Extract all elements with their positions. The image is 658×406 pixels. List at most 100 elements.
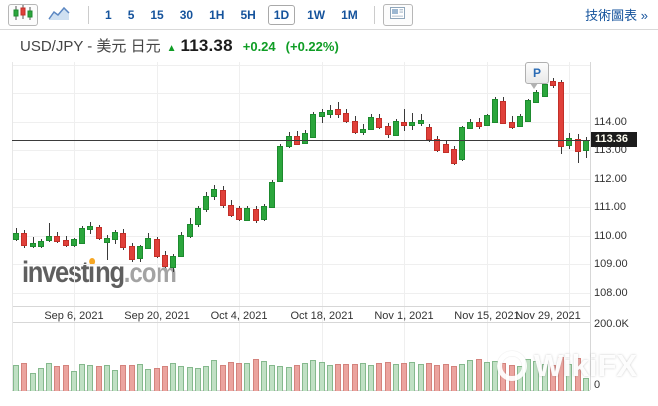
- volume-bar: [476, 359, 482, 391]
- plot-border-left: [12, 62, 13, 390]
- volume-bar: [269, 365, 275, 391]
- volume-bar: [327, 365, 333, 391]
- volume-bar: [302, 363, 308, 391]
- volume-bar: [409, 362, 415, 391]
- candle: [310, 114, 316, 138]
- volume-bar: [79, 364, 85, 391]
- candle: [178, 235, 184, 257]
- candle: [550, 81, 556, 86]
- candle: [525, 100, 531, 122]
- candle: [492, 99, 498, 123]
- volume-bar: [294, 365, 300, 391]
- candle: [286, 136, 292, 147]
- x-axis-label: Nov 29, 2021: [515, 310, 581, 322]
- toolbar: 1 5 15 30 1H 5H 1D 1W 1M 技術圖表 »: [0, 0, 658, 30]
- volume-bar: [459, 364, 465, 391]
- candle: [451, 149, 457, 164]
- volume-pane-border: [12, 322, 590, 323]
- candle: [137, 246, 143, 259]
- volume-bar: [178, 366, 184, 391]
- candle: [467, 122, 473, 129]
- interval-15min[interactable]: 15: [150, 8, 163, 22]
- volume-bar: [21, 363, 27, 391]
- volume-bar: [393, 364, 399, 391]
- candle: [30, 243, 36, 247]
- volume-bar: [63, 365, 69, 391]
- gridline-vertical: [74, 62, 75, 390]
- candle: [38, 241, 44, 247]
- interval-1w[interactable]: 1W: [307, 8, 325, 22]
- y-axis-label: 109.00: [594, 258, 628, 270]
- candle: [319, 112, 325, 117]
- gridline-horizontal: [12, 293, 590, 294]
- volume-bar: [120, 365, 126, 391]
- instrument-header: USD/JPY - 美元 日元 ▲ 113.38 +0.24 (+0.22%): [0, 30, 658, 59]
- candle: [476, 122, 482, 127]
- candle: [104, 238, 110, 243]
- gridline-vertical: [569, 62, 570, 390]
- volume-bar: [434, 365, 440, 391]
- technical-chart-link[interactable]: 技術圖表 »: [585, 5, 648, 24]
- y-axis-label: 111.00: [594, 201, 627, 213]
- volume-bar: [46, 363, 52, 391]
- candle: [385, 126, 391, 135]
- candle: [542, 84, 548, 97]
- volume-bar: [443, 364, 449, 391]
- interval-1m[interactable]: 1M: [341, 8, 358, 22]
- candle: [228, 205, 234, 216]
- candle: [244, 208, 250, 221]
- volume-bar: [154, 368, 160, 391]
- candle: [145, 238, 151, 249]
- volume-bar: [343, 364, 349, 391]
- candle: [13, 233, 19, 240]
- volume-bar: [30, 373, 36, 391]
- line-chart-view-button[interactable]: [44, 4, 74, 26]
- last-price-badge: 113.36: [591, 132, 637, 147]
- volume-bar: [467, 360, 473, 391]
- candle: [443, 144, 449, 153]
- investing-watermark: investing.com: [22, 256, 177, 289]
- candle: [335, 109, 341, 115]
- candle: [211, 189, 217, 197]
- interval-1h[interactable]: 1H: [209, 8, 224, 22]
- volume-bar: [54, 366, 60, 391]
- candle-wick: [404, 109, 405, 131]
- x-axis-label: Nov 1, 2021: [374, 310, 434, 322]
- gridline-horizontal: [12, 150, 590, 151]
- interval-30min[interactable]: 30: [180, 8, 193, 22]
- candle: [269, 182, 275, 208]
- volume-bar: [137, 364, 143, 391]
- event-marker-p[interactable]: P: [525, 62, 549, 89]
- gridline-horizontal: [12, 207, 590, 208]
- candle: [203, 196, 209, 210]
- volume-bar: [104, 365, 110, 391]
- gridline-horizontal: [12, 93, 590, 94]
- volume-bar: [368, 365, 374, 391]
- interval-1min[interactable]: 1: [105, 8, 112, 22]
- candlestick-view-button[interactable]: [8, 3, 38, 26]
- volume-bar: [203, 366, 209, 391]
- candle: [63, 240, 69, 246]
- gridline-vertical: [487, 62, 488, 390]
- price-change-percent: (+0.22%): [285, 39, 339, 54]
- candle: [517, 116, 523, 127]
- interval-5min[interactable]: 5: [128, 8, 135, 22]
- candle: [96, 227, 102, 239]
- volume-bar: [376, 363, 382, 391]
- volume-bar: [112, 370, 118, 391]
- candle: [393, 121, 399, 136]
- gridline-horizontal: [12, 65, 590, 66]
- volume-bar: [145, 369, 151, 391]
- interval-1d-selected[interactable]: 1D: [267, 4, 296, 25]
- candlestick-chart-area[interactable]: investing.com WikiFX Sep 6, 2021 Sep 20, …: [0, 0, 658, 406]
- candle: [195, 208, 201, 225]
- volume-bar: [277, 366, 283, 391]
- candle: [187, 224, 193, 237]
- interval-5h[interactable]: 5H: [240, 8, 255, 22]
- news-events-button[interactable]: [382, 3, 413, 26]
- volume-bar: [87, 365, 93, 391]
- x-axis-label: Oct 4, 2021: [210, 310, 268, 322]
- volume-bar: [484, 362, 490, 391]
- candle: [302, 133, 308, 144]
- y-axis-label: 108.00: [594, 287, 628, 299]
